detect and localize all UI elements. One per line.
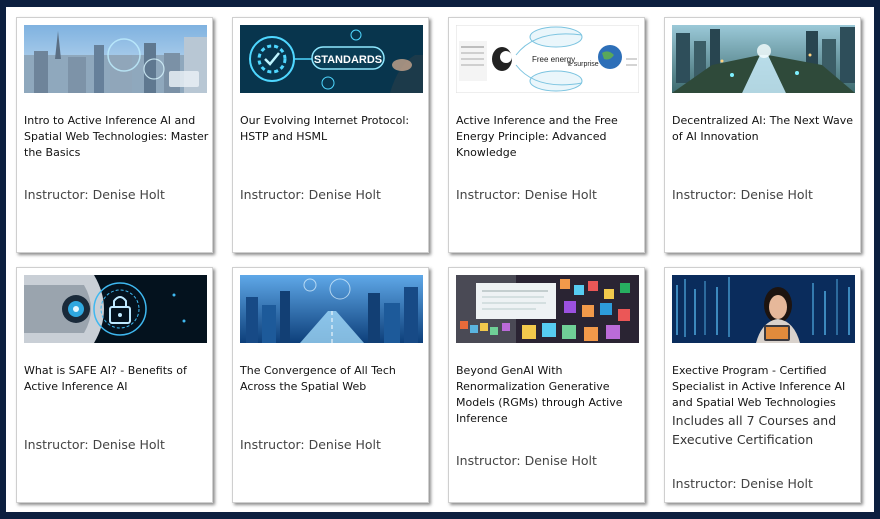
colorful-data-mosaic-image[interactable] [456,275,639,343]
free-energy-diagram-image[interactable]: Free energy ≥ surprise [456,25,639,93]
course-grid: Intro to Active Inference AI and Spatial… [6,7,874,512]
course-card-intro-active-inference[interactable]: Intro to Active Inference AI and Spatial… [16,17,213,253]
course-instructor: Instructor: Denise Holt [672,476,813,491]
course-title[interactable]: Active Inference and the Free Energy Pri… [456,113,642,161]
standards-label: STANDARDS [314,54,382,66]
course-instructor: Instructor: Denise Holt [24,187,165,202]
course-instructor: Instructor: Denise Holt [240,437,381,452]
course-card-safe-ai[interactable]: What is SAFE AI? - Benefits of Active In… [16,267,213,503]
course-card-beyond-genai[interactable]: Beyond GenAI With Renormalization Genera… [448,267,645,503]
course-title[interactable]: Beyond GenAI With Renormalization Genera… [456,363,642,427]
standards-gear-image[interactable]: STANDARDS [240,25,423,93]
course-card-free-energy[interactable]: Free energy ≥ surprise Active Inference … [448,17,645,253]
course-title[interactable]: Our Evolving Internet Protocol: HSTP and… [240,113,426,145]
course-instructor: Instructor: Denise Holt [240,187,381,202]
course-title[interactable]: What is SAFE AI? - Benefits of Active In… [24,363,210,395]
course-instructor: Instructor: Denise Holt [24,437,165,452]
woman-with-tablet-image[interactable] [672,275,855,343]
course-title[interactable]: Intro to Active Inference AI and Spatial… [24,113,210,161]
course-instructor: Instructor: Denise Holt [672,187,813,202]
course-title[interactable]: Exective Program - Certified Specialist … [672,363,858,411]
city-skyline-holographic-image[interactable] [24,25,207,93]
course-title[interactable]: The Convergence of All Tech Across the S… [240,363,426,395]
course-card-decentralized-ai[interactable]: Decentralized AI: The Next Wave of AI In… [664,17,861,253]
course-includes-note: Includes all 7 Courses and Executive Cer… [672,413,837,447]
course-instructor: Instructor: Denise Holt [456,187,597,202]
course-card-executive-program[interactable]: Exective Program - Certified Specialist … [664,267,861,503]
course-card-convergence[interactable]: The Convergence of All Tech Across the S… [232,267,429,503]
course-title[interactable]: Decentralized AI: The Next Wave of AI In… [672,113,858,145]
futuristic-city-street-image[interactable] [672,25,855,93]
robot-eye-lock-image[interactable] [24,275,207,343]
surprise-label: ≥ surprise [568,61,599,68]
course-instructor: Instructor: Denise Holt [456,453,597,468]
blue-digital-city-image[interactable] [240,275,423,343]
course-card-internet-protocol[interactable]: STANDARDS Our Evolving Internet Protocol… [232,17,429,253]
